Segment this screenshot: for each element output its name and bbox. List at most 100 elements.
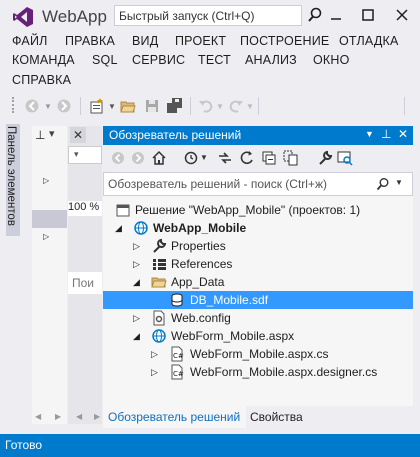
collapsed-arrow-icon[interactable]: ▷ — [151, 367, 158, 378]
tree-item-webform-designer-cs[interactable]: ▷ C# WebForm_Mobile.aspx.designer.cs — [103, 363, 413, 381]
menu-build[interactable]: ПОСТРОЕНИЕ — [240, 34, 329, 48]
history-dropdown-icon[interactable]: ▼ — [200, 153, 208, 162]
new-project-icon[interactable] — [88, 97, 106, 115]
collapsed-arrow-icon[interactable]: ▷ — [133, 313, 140, 324]
history-icon[interactable] — [183, 150, 199, 166]
solution-explorer-titlebar[interactable]: Обозреватель решений ▼ ⊥ ✕ — [103, 126, 413, 145]
status-text: Готово — [5, 438, 43, 452]
save-all-icon[interactable] — [166, 97, 184, 115]
tree-item-app-data[interactable]: ◢ App_Data — [103, 273, 413, 291]
close-pane-icon[interactable]: ✕ — [70, 127, 86, 143]
tree-item-project[interactable]: ◢ WebApp_Mobile — [103, 219, 413, 237]
menu-edit[interactable]: ПРАВКА — [65, 34, 115, 48]
search-icon[interactable] — [306, 6, 324, 24]
window-position-dropdown-icon[interactable]: ▼ — [365, 129, 374, 139]
menu-project[interactable]: ПРОЕКТ — [175, 34, 226, 48]
scroll-right-icon[interactable]: ▶ — [55, 412, 61, 421]
expand-arrow-icon[interactable]: ▷ — [43, 232, 49, 241]
tab-properties[interactable]: Свойства — [248, 406, 306, 428]
redo-dropdown-icon[interactable]: ▼ — [246, 102, 254, 111]
menu-team[interactable]: КОМАНДА — [12, 53, 75, 67]
sync-icon[interactable] — [217, 150, 233, 166]
visual-studio-logo-icon — [13, 7, 33, 27]
refresh-icon[interactable] — [239, 150, 255, 166]
undo-icon[interactable] — [198, 98, 214, 114]
close-icon[interactable]: ✕ — [398, 127, 408, 141]
expanded-arrow-icon[interactable]: ◢ — [133, 331, 140, 342]
tree-item-references[interactable]: ▷ References — [103, 255, 413, 273]
menu-window[interactable]: ОКНО — [313, 53, 350, 67]
menu-file[interactable]: ФАЙЛ — [12, 34, 48, 48]
tree-item-db-mobile[interactable]: DB_Mobile.sdf — [103, 291, 413, 309]
web-project-icon — [134, 221, 148, 235]
expand-arrow-icon[interactable]: ▷ — [43, 176, 49, 185]
new-dropdown-icon[interactable]: ▼ — [108, 102, 116, 111]
back-dropdown-icon[interactable]: ▼ — [44, 102, 52, 111]
search-options-dropdown-icon[interactable]: ▼ — [395, 178, 403, 187]
toolbar-grip[interactable] — [12, 97, 18, 113]
tree-item-label: WebForm_Mobile.aspx.cs — [190, 347, 329, 361]
cs-file-icon: C# — [171, 346, 184, 362]
tree-item-webform-cs[interactable]: ▷ C# WebForm_Mobile.aspx.cs — [103, 345, 413, 363]
tree-item-label: WebForm_Mobile.aspx — [171, 329, 295, 343]
navigate-back-icon[interactable] — [24, 98, 40, 114]
collapsed-arrow-icon[interactable]: ▷ — [151, 349, 158, 360]
collapse-all-icon[interactable] — [261, 150, 277, 166]
minimize-icon[interactable] — [330, 9, 342, 21]
menu-tools[interactable]: СЕРВИС — [132, 53, 185, 67]
pane-dropdown-icon[interactable]: ▾ — [49, 127, 55, 140]
svg-text:C#: C# — [173, 370, 184, 378]
home-icon[interactable] — [151, 150, 167, 166]
close-window-icon[interactable] — [396, 9, 408, 21]
forward-icon[interactable] — [131, 151, 145, 165]
menu-help[interactable]: СПРАВКА — [12, 73, 71, 87]
solution-explorer-toolbar: ▼ — [103, 145, 413, 172]
scroll-left-icon[interactable]: ◀ — [35, 412, 41, 421]
designer-search-input[interactable]: Пои — [68, 272, 102, 294]
toolbox-selected-row[interactable] — [32, 210, 67, 228]
toolbar-separator — [80, 97, 81, 115]
scroll-right-icon[interactable]: ▶ — [94, 412, 100, 421]
app-title: WebApp — [42, 7, 107, 26]
quick-launch-input[interactable]: Быстрый запуск (Ctrl+Q) — [114, 5, 302, 26]
wrench-icon — [153, 238, 167, 253]
redo-icon[interactable] — [228, 98, 244, 114]
search-icon[interactable] — [376, 177, 390, 191]
maximize-icon[interactable] — [362, 9, 374, 21]
menu-test[interactable]: ТЕСТ — [198, 53, 231, 67]
tree-item-web-config[interactable]: ▷ Web.config — [103, 309, 413, 327]
database-icon — [171, 293, 183, 307]
solution-explorer-search-input[interactable]: Обозреватель решений - поиск (Ctrl+ж) ▼ — [103, 172, 413, 196]
show-all-files-icon[interactable] — [283, 150, 299, 166]
menu-debug[interactable]: ОТЛАДКА — [339, 34, 399, 48]
menu-sql[interactable]: SQL — [92, 53, 118, 67]
zoom-level[interactable]: 100 % — [68, 201, 102, 216]
designer-dropdown[interactable]: ▾ — [68, 146, 102, 164]
pin-icon[interactable]: ⊥ — [35, 128, 45, 142]
cs-file-icon: C# — [171, 364, 184, 380]
undo-dropdown-icon[interactable]: ▼ — [216, 102, 224, 111]
tab-solution-explorer[interactable]: Обозреватель решений — [103, 406, 246, 428]
collapsed-arrow-icon[interactable]: ▷ — [133, 259, 140, 270]
preview-icon[interactable] — [337, 150, 353, 166]
references-icon — [153, 259, 166, 270]
properties-wrench-icon[interactable] — [317, 150, 333, 166]
back-icon[interactable] — [111, 151, 125, 165]
save-icon[interactable] — [144, 98, 160, 114]
toolbar-separator — [190, 97, 191, 115]
collapsed-arrow-icon[interactable]: ▷ — [133, 241, 140, 252]
tree-item-solution[interactable]: Решение "WebApp_Mobile" (проектов: 1) — [103, 201, 413, 219]
menu-analyze[interactable]: АНАЛИЗ — [245, 53, 297, 67]
menu-view[interactable]: ВИД — [132, 34, 158, 48]
open-file-icon[interactable] — [120, 98, 136, 114]
tree-item-label: App_Data — [171, 275, 225, 289]
expanded-arrow-icon[interactable]: ◢ — [133, 277, 140, 288]
toolbox-pane — [32, 126, 67, 424]
designer-search-placeholder: Пои — [72, 276, 95, 290]
scroll-left-icon[interactable]: ◀ — [76, 412, 82, 421]
tree-item-properties[interactable]: ▷ Properties — [103, 237, 413, 255]
expanded-arrow-icon[interactable]: ◢ — [115, 223, 122, 234]
tree-item-webform-aspx[interactable]: ◢ WebForm_Mobile.aspx — [103, 327, 413, 345]
pin-icon[interactable]: ⊥ — [381, 127, 391, 141]
navigate-forward-icon[interactable] — [56, 98, 72, 114]
